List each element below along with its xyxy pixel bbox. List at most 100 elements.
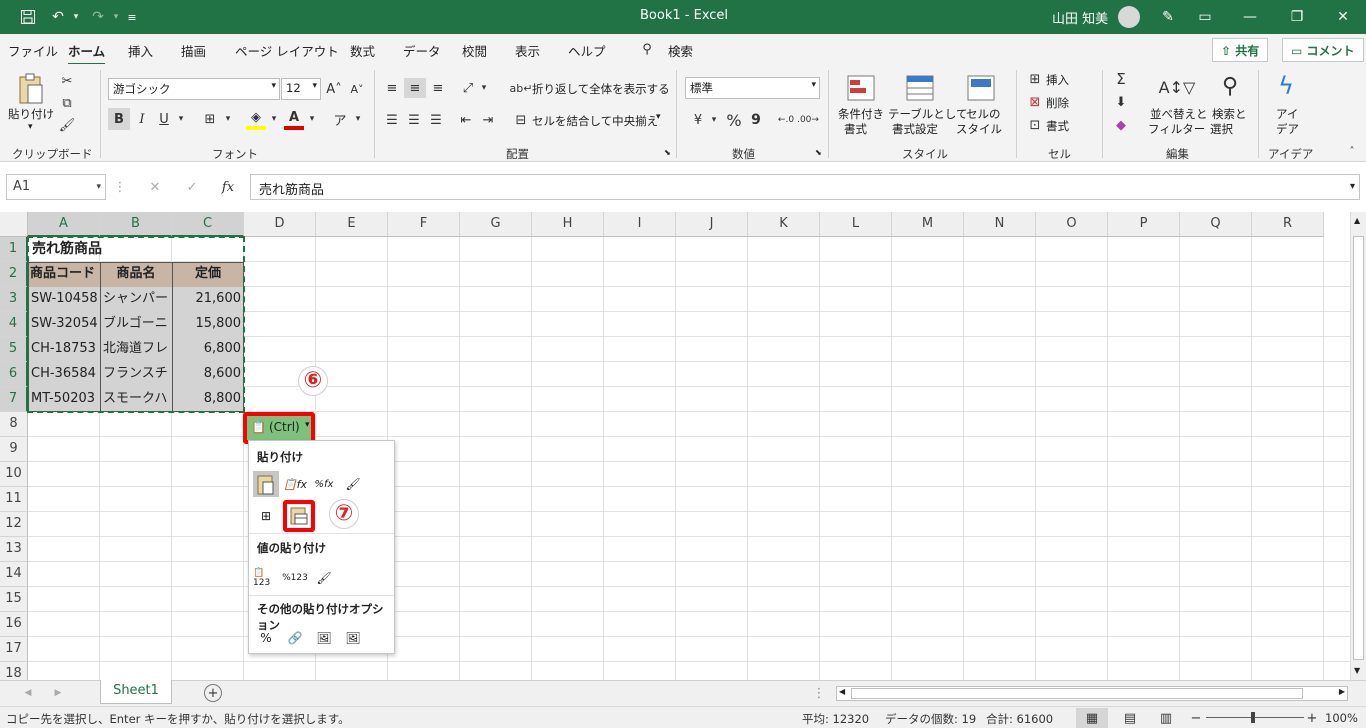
sort-filter-icon[interactable]: A↕▽ xyxy=(1159,72,1196,102)
scroll-left-icon[interactable]: ◀ xyxy=(839,687,845,696)
merge-dropdown-icon[interactable]: ▾ xyxy=(656,112,661,122)
cell-styles-label-2[interactable]: スタイル xyxy=(956,121,1002,137)
font-color-icon[interactable]: A xyxy=(284,108,304,130)
paste-keep-source-icon[interactable]: 🖌 xyxy=(340,471,366,497)
cell-styles-label-1[interactable]: セルの xyxy=(966,106,1001,122)
currency-dropdown-icon[interactable]: ▾ xyxy=(708,110,720,130)
horizontal-scrollbar[interactable]: ◀ ▶ xyxy=(836,686,1348,701)
pen-icon[interactable]: ✎ xyxy=(1158,7,1178,27)
paste-formulas-number-icon[interactable]: %fx xyxy=(311,471,337,497)
increase-indent-icon[interactable]: ⇥ xyxy=(478,110,498,130)
autosum-icon[interactable]: Σ xyxy=(1112,70,1130,88)
undo-dropdown-icon[interactable]: ▾ xyxy=(66,7,86,27)
column-header[interactable]: G xyxy=(460,212,532,237)
name-box[interactable]: A1 ▾ xyxy=(6,174,106,200)
tab-help[interactable]: ヘルプ xyxy=(568,41,606,60)
delete-cells-button[interactable]: 削除 xyxy=(1046,95,1069,111)
row-header[interactable]: 15 xyxy=(0,587,28,612)
format-painter-icon[interactable]: 🖌 xyxy=(58,116,76,134)
row-header[interactable]: 8 xyxy=(0,412,28,437)
row-header[interactable]: 14 xyxy=(0,562,28,587)
page-layout-view-icon[interactable]: ▤ xyxy=(1120,708,1140,728)
row-header[interactable]: 17 xyxy=(0,637,28,662)
enter-icon[interactable]: ✓ xyxy=(182,178,202,196)
fill-icon[interactable]: ⬇ xyxy=(1112,93,1130,111)
row-header[interactable]: 3 xyxy=(0,287,28,312)
tab-review[interactable]: 校閲 xyxy=(462,41,487,60)
paste-linked-picture-icon[interactable]: 🖼 xyxy=(340,625,366,651)
column-header[interactable]: A xyxy=(28,212,100,237)
font-color-dropdown-icon[interactable]: ▾ xyxy=(306,108,318,130)
column-header[interactable]: M xyxy=(892,212,964,237)
orientation-dropdown-icon[interactable]: ▾ xyxy=(478,78,490,98)
tab-data[interactable]: データ xyxy=(403,41,441,60)
align-middle-icon[interactable]: ≡ xyxy=(404,78,426,98)
column-header[interactable]: F xyxy=(388,212,460,237)
column-header[interactable]: N xyxy=(964,212,1036,237)
next-sheet-icon[interactable]: ▶ xyxy=(52,686,64,700)
increase-font-icon[interactable]: A˄ xyxy=(325,80,343,98)
align-right-icon[interactable]: ☰ xyxy=(426,110,446,130)
format-as-table-icon[interactable] xyxy=(905,74,935,102)
expand-formula-icon[interactable]: ▾ xyxy=(1350,181,1355,192)
ideas-label-1[interactable]: アイ xyxy=(1276,106,1298,122)
decrease-indent-icon[interactable]: ⇤ xyxy=(456,110,476,130)
tab-view[interactable]: 表示 xyxy=(515,41,540,60)
column-header[interactable]: I xyxy=(604,212,676,237)
zoom-slider-thumb[interactable] xyxy=(1251,712,1255,723)
format-as-table-label-1[interactable]: テーブルとして xyxy=(888,106,967,122)
decrease-font-icon[interactable]: A˅ xyxy=(348,80,366,98)
column-header[interactable]: J xyxy=(676,212,748,237)
hscroll-thumb[interactable] xyxy=(851,688,1303,699)
close-icon[interactable]: ✕ xyxy=(1333,7,1353,27)
row-header[interactable]: 10 xyxy=(0,462,28,487)
phonetic-dropdown-icon[interactable]: ▾ xyxy=(352,108,364,130)
scroll-up-icon[interactable]: ▲ xyxy=(1354,216,1360,225)
currency-icon[interactable]: ¥ xyxy=(688,110,708,130)
prev-sheet-icon[interactable]: ◀ xyxy=(22,686,34,700)
percent-button[interactable]: % xyxy=(724,110,744,130)
paste-icon[interactable] xyxy=(16,72,46,106)
share-button[interactable]: ⇧ 共有 xyxy=(1212,38,1269,62)
copy-icon[interactable]: ⧉ xyxy=(58,94,76,112)
sort-filter-label-2[interactable]: フィルター xyxy=(1148,121,1205,137)
zoom-out-icon[interactable]: − xyxy=(1190,708,1202,728)
row-header[interactable]: 7 xyxy=(0,387,28,412)
insert-function-icon[interactable]: fx xyxy=(218,178,238,196)
wrap-text-button[interactable]: 折り返して全体を表示する xyxy=(532,81,670,97)
bold-button[interactable]: B xyxy=(108,108,130,130)
row-header[interactable]: 11 xyxy=(0,487,28,512)
border-dropdown-icon[interactable]: ▾ xyxy=(222,108,234,130)
ideas-label-2[interactable]: デア xyxy=(1276,121,1299,137)
add-sheet-button[interactable]: + xyxy=(204,684,222,702)
cut-icon[interactable]: ✂ xyxy=(58,72,76,90)
scroll-thumb[interactable] xyxy=(1353,236,1364,660)
row-header[interactable]: 16 xyxy=(0,612,28,637)
customize-toolbar-icon[interactable]: ≡ xyxy=(122,7,142,27)
ribbon-display-icon[interactable]: ▭ xyxy=(1195,7,1215,27)
comment-button[interactable]: ▭ コメント xyxy=(1282,38,1364,62)
select-all-corner[interactable] xyxy=(0,212,28,237)
column-header[interactable]: K xyxy=(748,212,820,237)
fill-dropdown-icon[interactable]: ▾ xyxy=(268,108,280,130)
row-header[interactable]: 18 xyxy=(0,662,28,680)
column-header[interactable]: H xyxy=(532,212,604,237)
paste-picture-icon[interactable]: 🖼 xyxy=(311,625,337,651)
format-as-table-label-2[interactable]: 書式設定 xyxy=(892,121,938,137)
font-name-select[interactable]: 游ゴシック ▾ xyxy=(108,78,280,100)
column-header[interactable]: E xyxy=(316,212,388,237)
row-header[interactable]: 13 xyxy=(0,537,28,562)
tab-formulas[interactable]: 数式 xyxy=(350,41,375,60)
tab-split-icon[interactable]: ⋮ xyxy=(813,686,826,701)
avatar[interactable] xyxy=(1118,6,1140,28)
column-header[interactable]: D xyxy=(244,212,316,237)
cancel-icon[interactable]: ✕ xyxy=(145,178,165,196)
column-header[interactable]: Q xyxy=(1180,212,1252,237)
fill-color-icon[interactable]: ◈ xyxy=(246,108,266,130)
tab-home[interactable]: ホーム xyxy=(68,41,106,66)
column-header[interactable]: L xyxy=(820,212,892,237)
worksheet-grid[interactable]: ABCDEFGHIJKLMNOPQR 1 2 3 4 5 6 7 8 9 10 11 12 13 14 15… xyxy=(0,212,1350,680)
number-launcher-icon[interactable]: ⬊ xyxy=(815,148,822,157)
collapse-ribbon-icon[interactable]: ˄ xyxy=(1344,144,1360,158)
paste-dropdown-icon[interactable]: ▾ xyxy=(28,122,33,132)
